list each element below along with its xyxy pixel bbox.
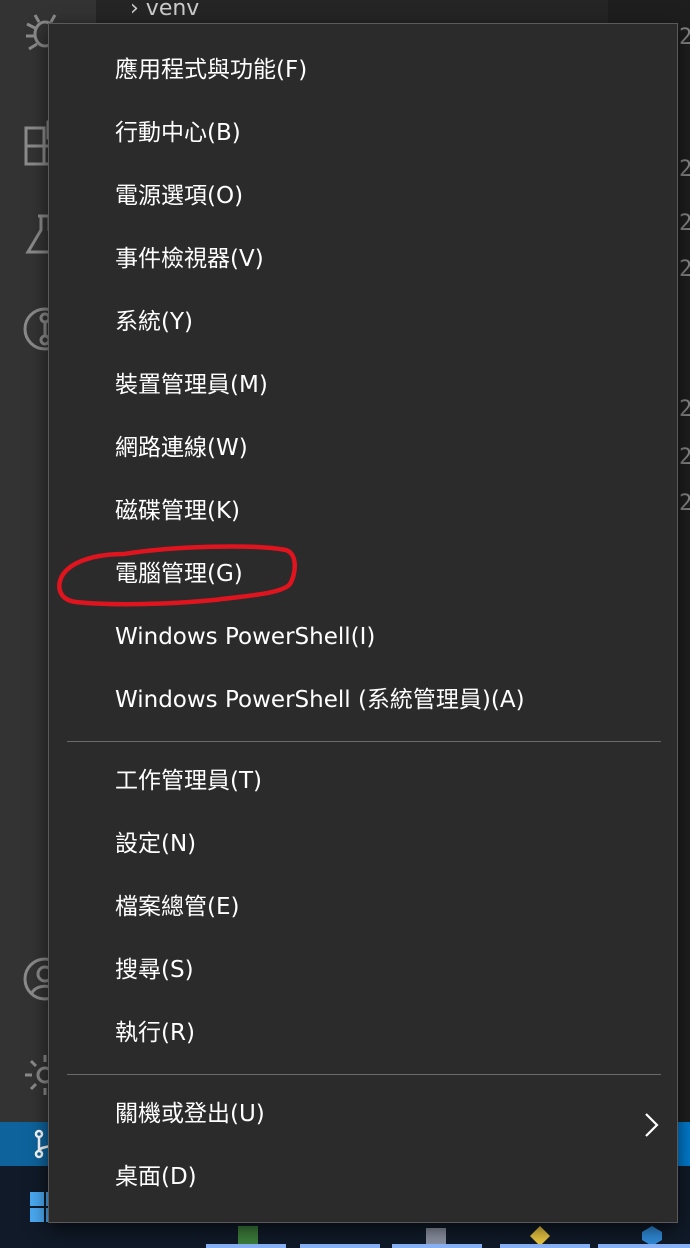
explorer-tree-item[interactable]: › venv (130, 0, 199, 24)
taskbar-active-indicator (300, 1244, 380, 1248)
menu-item-action-center[interactable]: 行動中心(B) (49, 102, 677, 165)
line-number: 2 (679, 445, 690, 470)
taskbar-active-indicator (500, 1244, 590, 1248)
desktop-screen: › venv 2 2 2 2 2 2 2 應用程式與功能(F) 行動中心(B) … (0, 0, 690, 1248)
menu-item-settings[interactable]: 設定(N) (49, 813, 677, 876)
menu-item-label: 關機或登出(U) (115, 1101, 265, 1127)
menu-item-desktop[interactable]: 桌面(D) (49, 1146, 677, 1209)
menu-item-disk-management[interactable]: 磁碟管理(K) (49, 480, 677, 543)
menu-item-file-explorer[interactable]: 檔案總管(E) (49, 876, 677, 939)
line-number: 2 (679, 257, 690, 282)
menu-item-powershell-admin[interactable]: Windows PowerShell (系統管理員)(A) (49, 669, 677, 732)
menu-item-power-options[interactable]: 電源選項(O) (49, 165, 677, 228)
menu-item-run[interactable]: 執行(R) (49, 1002, 677, 1065)
menu-item-task-manager[interactable]: 工作管理員(T) (49, 750, 677, 813)
menu-item-network-connections[interactable]: 網路連線(W) (49, 417, 677, 480)
menu-item-powershell[interactable]: Windows PowerShell(I) (49, 606, 677, 669)
line-number: 2 (679, 157, 690, 182)
line-number: 2 (679, 491, 690, 516)
menu-separator (67, 741, 661, 742)
line-number: 2 (679, 397, 690, 422)
chevron-right-icon (641, 1101, 661, 1137)
menu-item-computer-management[interactable]: 電腦管理(G) (49, 543, 677, 606)
line-number: 2 (679, 211, 690, 236)
menu-item-apps-and-features[interactable]: 應用程式與功能(F) (49, 39, 677, 102)
taskbar-active-indicator (392, 1244, 482, 1248)
menu-item-system[interactable]: 系統(Y) (49, 291, 677, 354)
line-number: 2 (679, 25, 690, 50)
menu-item-event-viewer[interactable]: 事件檢視器(V) (49, 228, 677, 291)
menu-item-shutdown-signout[interactable]: 關機或登出(U) (49, 1083, 677, 1146)
menu-item-device-manager[interactable]: 裝置管理員(M) (49, 354, 677, 417)
menu-separator (67, 1074, 661, 1075)
folder-name: venv (145, 0, 200, 21)
taskbar-active-indicator (598, 1244, 690, 1248)
menu-item-search[interactable]: 搜尋(S) (49, 939, 677, 1002)
winx-context-menu: 應用程式與功能(F) 行動中心(B) 電源選項(O) 事件檢視器(V) 系統(Y… (48, 23, 678, 1223)
taskbar-active-indicator (206, 1244, 286, 1248)
